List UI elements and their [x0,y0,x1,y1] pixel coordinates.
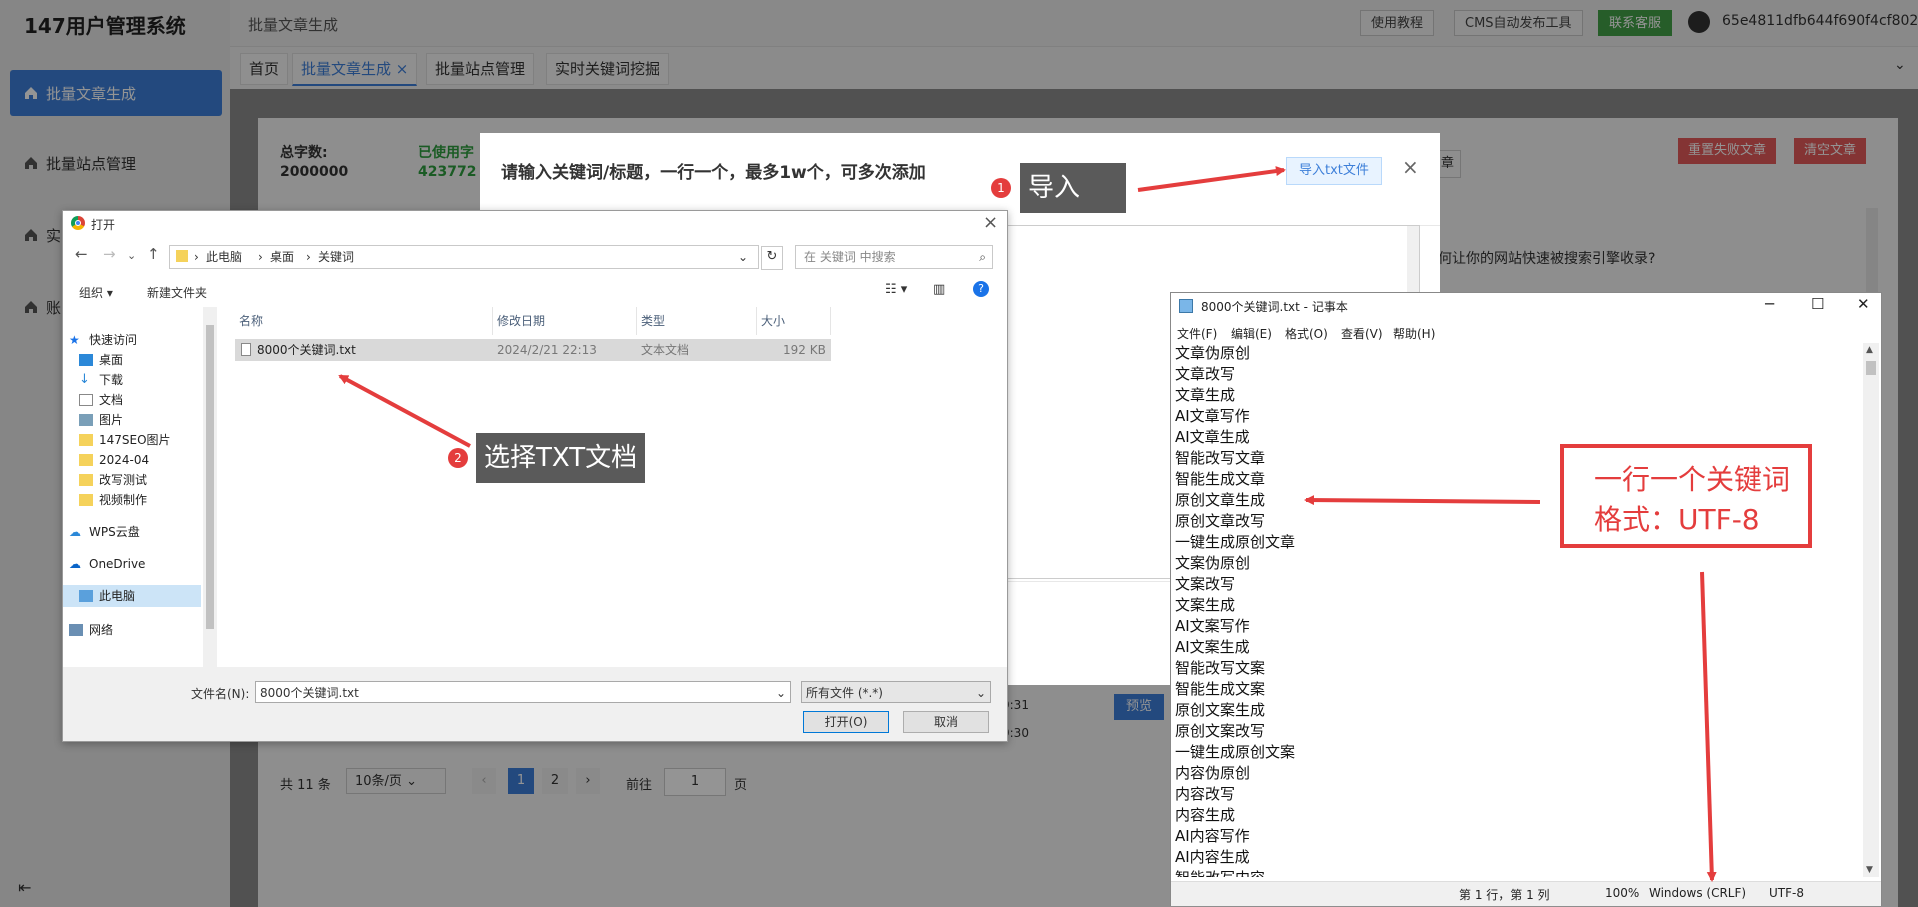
arrow-to-text [1304,495,1541,506]
arrow-to-file [338,374,471,448]
arrow-to-encoding [1700,571,1717,882]
annotation-arrows [338,166,1717,882]
arrow-to-import [1137,166,1286,192]
